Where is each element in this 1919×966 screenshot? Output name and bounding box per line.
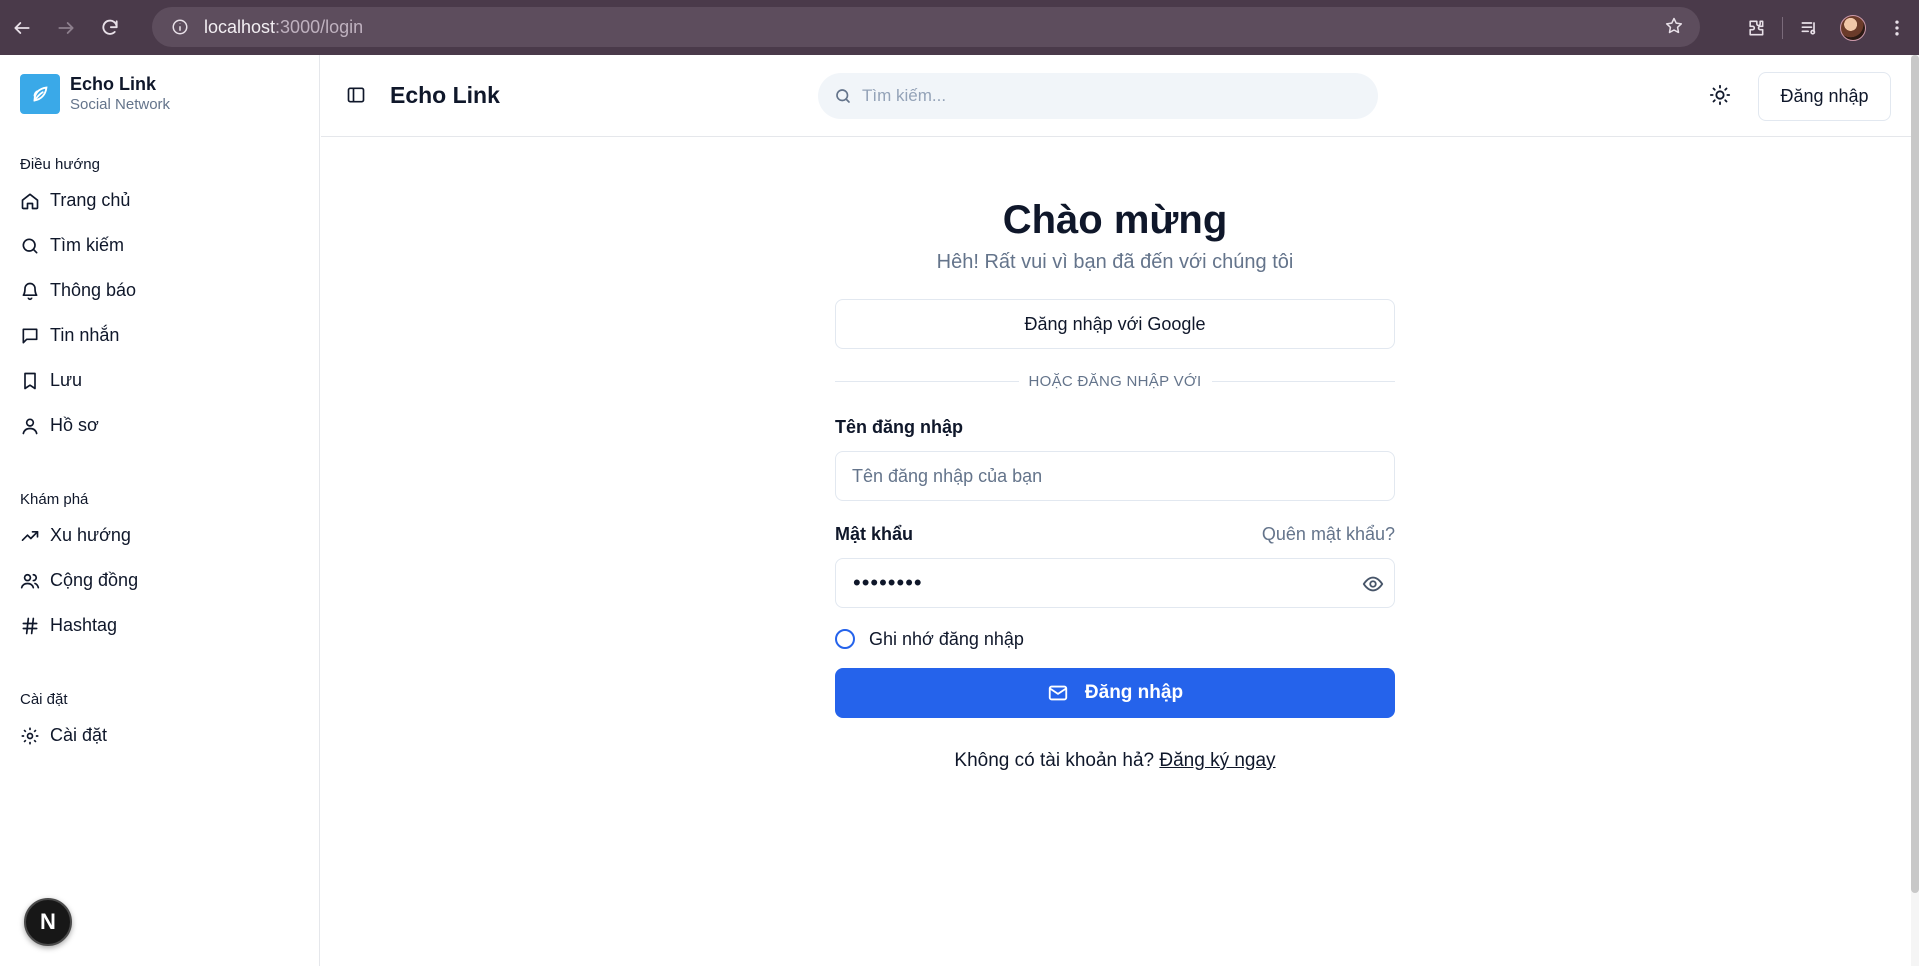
media-queue-icon[interactable] (1787, 0, 1831, 55)
user-icon (20, 416, 40, 436)
sidebar-item-label: Cài đặt (50, 725, 108, 745)
hash-icon (20, 616, 40, 636)
scrollbar-thumb[interactable] (1911, 55, 1919, 893)
reload-icon (102, 19, 118, 35)
sidebar-item-label: Lưu (50, 370, 83, 390)
forgot-password-link[interactable]: Quên mật khẩu? (1262, 524, 1395, 545)
search-icon (834, 87, 852, 105)
password-value: •••••••• (853, 570, 923, 595)
back-button[interactable] (0, 0, 44, 55)
signup-prompt-text: Không có tài khoản hả? (954, 750, 1155, 771)
sidebar-item-label: Tìm kiếm (50, 235, 124, 255)
search-bar[interactable] (818, 73, 1378, 119)
sidebar-item-notifications[interactable]: Thông báo (20, 268, 136, 313)
sidebar: Echo Link Social Network Điều hướng Tran… (0, 55, 320, 966)
sun-icon (1709, 84, 1731, 106)
profile-button[interactable] (1831, 0, 1875, 55)
sidebar-item-settings[interactable]: Cài đặt (20, 713, 107, 758)
login-submit-button[interactable]: Đăng nhập (835, 668, 1395, 718)
username-field-wrapper (835, 451, 1395, 501)
divider-text: HOẶC ĐĂNG NHẬP VỚI (1028, 372, 1202, 390)
remember-me-radio[interactable] (835, 629, 855, 649)
browser-toolbar: localhost:3000/login (0, 0, 1919, 55)
sidebar-item-label: Hồ sơ (50, 415, 99, 435)
leaf-logo-icon (20, 74, 60, 114)
theme-toggle-button[interactable] (1709, 84, 1731, 106)
login-subtitle: Hêh! Rất vui vì bạn đã đến với chúng tôi (936, 251, 1294, 273)
header-login-button[interactable]: Đăng nhập (1758, 72, 1891, 121)
site-info-icon[interactable] (160, 7, 200, 47)
nav-group-explore: Khám phá Xu hướng Cộng đồng Hashtag (20, 491, 138, 648)
login-submit-label: Đăng nhập (1084, 682, 1184, 703)
remember-me-label: Ghi nhớ đăng nhập (869, 628, 1024, 649)
nav-group-navigation: Điều hướng Trang chủ Tìm kiếm Thông báo … (20, 156, 136, 448)
brand-title: Echo Link (70, 74, 157, 94)
login-title: Chào mừng (1002, 198, 1228, 242)
sidebar-item-messages[interactable]: Tin nhắn (20, 313, 136, 358)
users-icon (20, 571, 40, 591)
address-bar[interactable]: localhost:3000/login (152, 7, 1700, 47)
nav-group-label: Cài đặt (20, 691, 68, 708)
remember-me-checkbox[interactable]: Ghi nhớ đăng nhập (835, 624, 1395, 654)
panel-left-icon (347, 87, 365, 103)
dev-tools-badge[interactable]: N (24, 898, 72, 946)
sidebar-item-label: Thông báo (50, 280, 137, 300)
username-label: Tên đăng nhập (835, 417, 963, 437)
sidebar-item-label: Trang chủ (50, 190, 131, 210)
avatar (1840, 14, 1866, 41)
bookmark-star-icon[interactable] (1664, 16, 1684, 36)
signup-link[interactable]: Đăng ký ngay (1159, 750, 1275, 771)
trending-icon (20, 526, 40, 546)
reload-button[interactable] (88, 0, 132, 55)
password-field[interactable]: •••••••• (835, 558, 1395, 608)
kebab-menu-icon (1895, 20, 1899, 35)
app-header: Echo Link Đăng nhập (321, 55, 1911, 137)
sidebar-item-label: Cộng đồng (50, 570, 139, 590)
extensions-icon[interactable] (1734, 0, 1778, 55)
brand-subtitle: Social Network (70, 96, 171, 113)
nav-group-label: Điều hướng (20, 156, 100, 173)
nav-group-label: Khám phá (20, 491, 89, 508)
bell-icon (20, 281, 40, 301)
sidebar-item-profile[interactable]: Hồ sơ (20, 403, 136, 448)
sidebar-item-label: Xu hướng (50, 525, 131, 545)
message-icon (20, 326, 40, 346)
divider: HOẶC ĐĂNG NHẬP VỚI (835, 366, 1396, 396)
sidebar-item-label: Hashtag (50, 615, 118, 635)
sidebar-toggle-button[interactable] (346, 85, 366, 105)
sidebar-item-saved[interactable]: Lưu (20, 358, 136, 403)
sidebar-item-label: Tin nhắn (50, 325, 120, 345)
mail-icon (1047, 682, 1069, 704)
search-input[interactable] (862, 86, 1342, 106)
google-login-button[interactable]: Đăng nhập với Google (835, 299, 1395, 349)
arrow-left-icon (14, 21, 30, 34)
forward-button[interactable] (44, 0, 88, 55)
username-field[interactable] (836, 465, 1394, 487)
nav-group-settings: Cài đặt Cài đặt (20, 691, 107, 758)
arrow-right-icon (58, 21, 74, 34)
eye-icon[interactable] (1362, 573, 1384, 595)
sidebar-item-home[interactable]: Trang chủ (20, 178, 136, 223)
search-icon (20, 236, 40, 256)
page-title: Echo Link (390, 82, 500, 108)
url-text: localhost:3000/login (204, 16, 364, 37)
gear-icon (20, 726, 40, 746)
password-label: Mật khẩu (835, 524, 914, 544)
brand[interactable]: Echo Link Social Network (20, 74, 170, 114)
toolbar-separator (1782, 16, 1783, 39)
bookmark-icon (20, 371, 40, 391)
login-form: Chào mừng Hêh! Rất vui vì bạn đã đến với… (835, 137, 1396, 772)
signup-prompt: Không có tài khoản hả? Đăng ký ngay (835, 750, 1395, 772)
browser-menu-button[interactable] (1875, 0, 1919, 55)
sidebar-item-search[interactable]: Tìm kiếm (20, 223, 136, 268)
sidebar-item-community[interactable]: Cộng đồng (20, 558, 138, 603)
home-icon (20, 191, 40, 211)
sidebar-item-trending[interactable]: Xu hướng (20, 513, 138, 558)
sidebar-item-hashtag[interactable]: Hashtag (20, 603, 138, 648)
